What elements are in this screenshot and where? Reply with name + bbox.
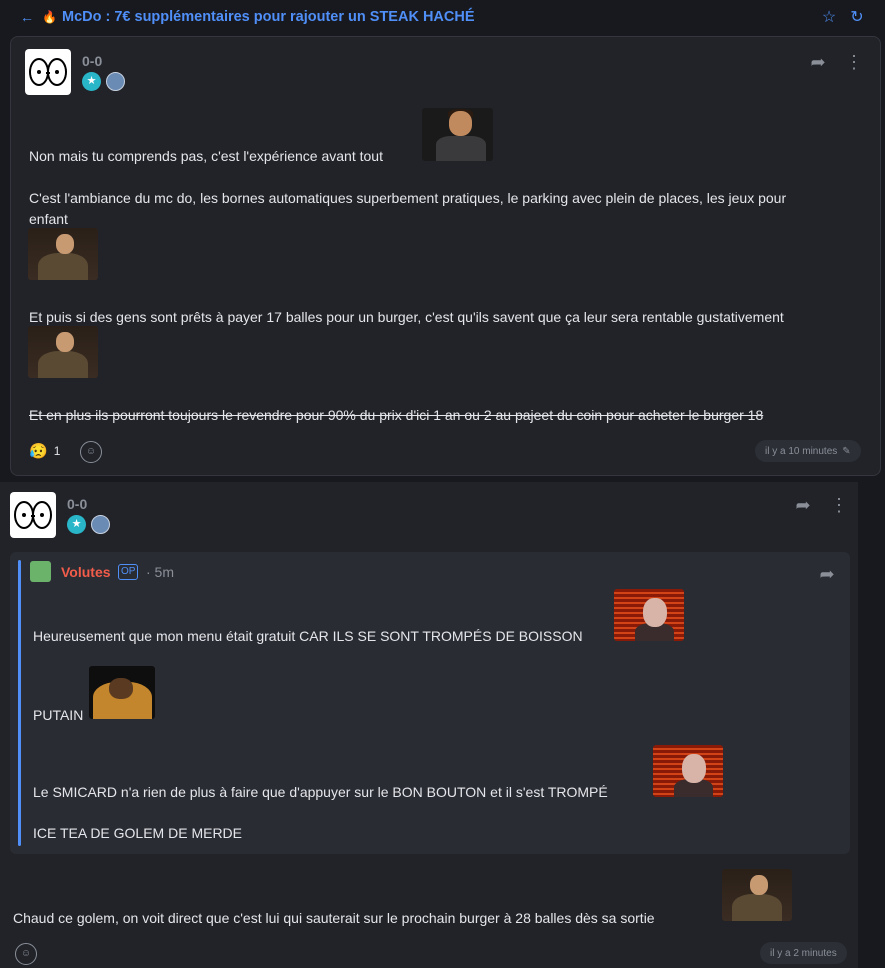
share-icon[interactable]: ➦ <box>807 52 829 73</box>
post-card: 0-0 ★ ➦ ⋮ Non mais tu comprends pas, c'e… <box>10 36 881 476</box>
sticker-image <box>28 326 98 378</box>
more-options-icon[interactable]: ⋮ <box>843 52 865 73</box>
quote-bar <box>18 560 21 846</box>
reaction-pill[interactable]: 😥 1 <box>29 440 60 462</box>
timestamp: il y a 10 minutes <box>765 445 838 457</box>
user-badge-icon <box>91 515 110 534</box>
quote-line: PUTAIN <box>33 707 84 723</box>
post-line: Chaud ce golem, on voit direct que c'est… <box>13 910 655 926</box>
quote-line: Le SMICARD n'a rien de plus à faire que … <box>33 784 608 800</box>
edited-pencil-icon: ✎ <box>842 445 851 457</box>
add-reaction-icon[interactable]: ☺ <box>80 441 102 463</box>
sticker-image <box>653 745 723 797</box>
reaction-count: 1 <box>53 444 61 458</box>
share-icon[interactable]: ➦ <box>816 564 838 585</box>
post-line: Non mais tu comprends pas, c'est l'expér… <box>29 148 383 164</box>
sticker-image <box>422 108 493 161</box>
quote-author-avatar[interactable] <box>30 561 51 582</box>
quote-time: · 5m <box>146 564 174 580</box>
quote-author-name[interactable]: Volutes <box>61 564 111 580</box>
sticker-image <box>28 228 98 280</box>
level-badge-icon: ★ <box>67 515 86 534</box>
refresh-icon[interactable]: ↻ <box>843 7 871 27</box>
sad-face-icon: 😥 <box>29 443 48 460</box>
star-icon[interactable]: ☆ <box>815 7 843 27</box>
post-line-strikethrough: Et en plus ils pourront toujours le reve… <box>29 407 764 423</box>
avatar[interactable] <box>10 492 56 538</box>
sticker-image <box>614 589 684 641</box>
timestamp-chip: il y a 2 minutes <box>760 942 847 964</box>
timestamp-chip: il y a 10 minutes ✎ <box>755 440 861 462</box>
post-line: Et puis si des gens sont prêts à payer 1… <box>29 309 784 325</box>
quoted-message[interactable]: Volutes OP · 5m ➦ Heureusement que mon m… <box>10 552 850 854</box>
op-badge: OP <box>118 564 139 580</box>
back-arrow-icon[interactable]: ← <box>20 9 42 25</box>
timestamp: il y a 2 minutes <box>770 947 837 959</box>
topic-title: McDo : 7€ supplémentaires pour rajouter … <box>62 9 475 25</box>
sticker-image <box>722 869 792 921</box>
quote-line: ICE TEA DE GOLEM DE MERDE <box>33 825 243 841</box>
user-badge-icon <box>106 72 125 91</box>
more-options-icon[interactable]: ⋮ <box>828 495 850 516</box>
fire-icon: 🔥 <box>42 10 57 24</box>
avatar[interactable] <box>25 49 71 95</box>
post-username[interactable]: 0-0 <box>82 53 102 69</box>
quote-line: Heureusement que mon menu était gratuit … <box>33 628 583 644</box>
sticker-image <box>89 666 155 719</box>
post-line: C'est l'ambiance du mc do, les bornes au… <box>29 190 787 206</box>
post-line: enfant <box>29 211 68 227</box>
top-bar: ← 🔥 McDo : 7€ supplémentaires pour rajou… <box>0 0 885 34</box>
post-username[interactable]: 0-0 <box>67 496 87 512</box>
share-icon[interactable]: ➦ <box>792 495 814 516</box>
add-reaction-icon[interactable]: ☺ <box>15 943 37 965</box>
level-badge-icon: ★ <box>82 72 101 91</box>
